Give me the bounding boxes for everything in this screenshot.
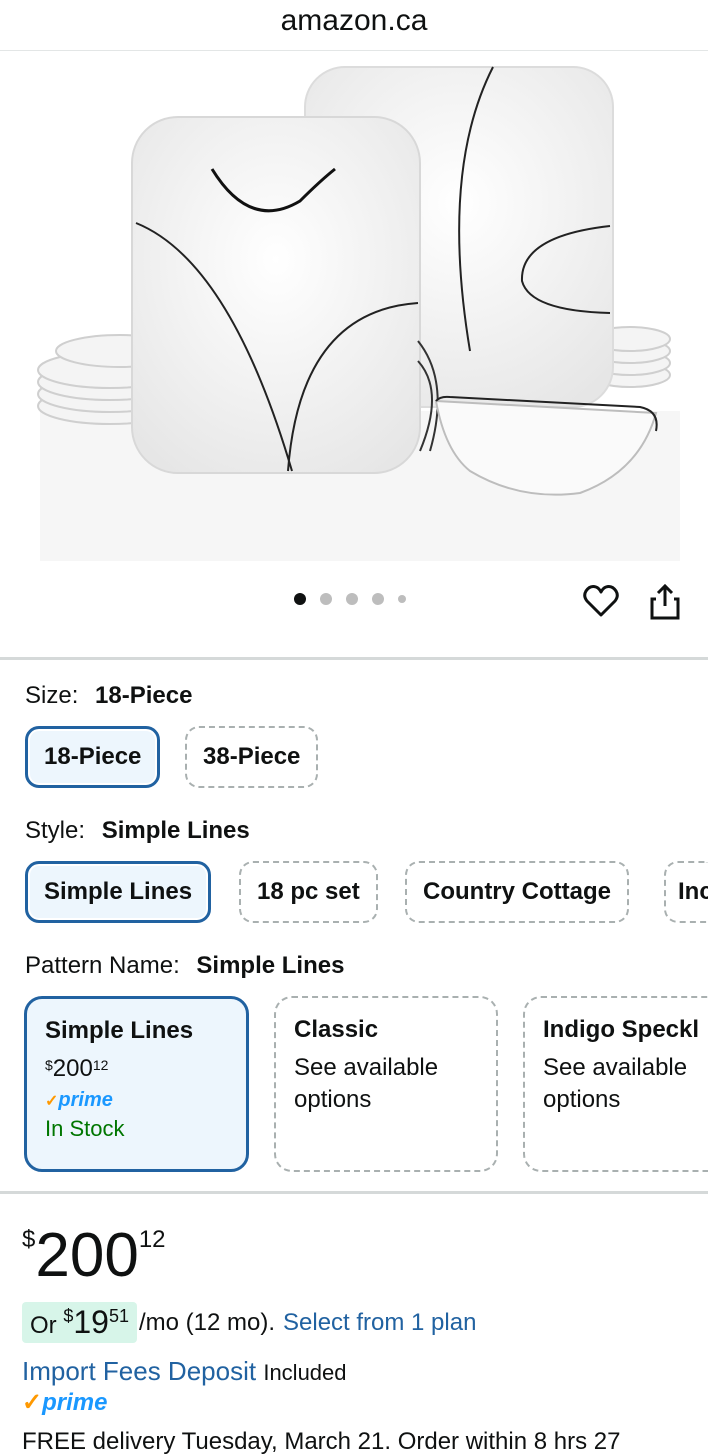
heart-icon[interactable]: [582, 582, 620, 620]
pattern-card-classic[interactable]: Classic See available options: [274, 996, 498, 1172]
size-label-row: Size: 18-Piece: [25, 682, 192, 710]
product-image[interactable]: [0, 51, 708, 581]
installment-amount: Or $1951: [22, 1302, 137, 1343]
pattern-card-simple-lines[interactable]: Simple Lines $20012 ✓prime In Stock: [24, 996, 249, 1172]
pattern-card-price: $20012: [45, 1055, 109, 1082]
pattern-card-subtitle: See available options: [543, 1054, 688, 1113]
product-price: $20012: [22, 1221, 166, 1290]
address-bar[interactable]: amazon.ca: [0, 0, 708, 51]
prime-logo: ✓prime: [22, 1389, 108, 1416]
share-icon[interactable]: [648, 582, 682, 622]
dinnerware-illustration: [37, 66, 680, 561]
pagination-dot-3[interactable]: [346, 593, 358, 605]
pattern-card-indigo-speckle[interactable]: Indigo Speckl See available options: [523, 996, 708, 1172]
pattern-selected-value: Simple Lines: [196, 952, 345, 979]
style-option-inc[interactable]: Inc: [664, 861, 708, 923]
divider: [0, 1191, 708, 1194]
size-selected-value: 18-Piece: [95, 682, 193, 709]
pattern-card-subtitle: See available options: [294, 1054, 439, 1113]
domain-label: amazon.ca: [280, 4, 428, 37]
style-option-country-cottage[interactable]: Country Cottage: [405, 861, 629, 923]
divider: [0, 657, 708, 660]
pattern-card-title: Classic: [294, 1016, 379, 1043]
prime-badge: ✓prime: [45, 1089, 113, 1111]
pattern-card-title: Simple Lines: [45, 1017, 194, 1044]
pagination-dot-4[interactable]: [372, 593, 384, 605]
size-option-38-piece[interactable]: 38-Piece: [185, 726, 319, 788]
style-label-row: Style: Simple Lines: [25, 817, 250, 845]
size-option-18-piece[interactable]: 18-Piece: [25, 726, 161, 788]
import-fees-link[interactable]: Import Fees Deposit: [22, 1356, 256, 1386]
pattern-label: Pattern Name:: [25, 952, 180, 979]
import-fees: Import Fees Deposit Included: [22, 1356, 347, 1387]
installment-offer: Or $1951 /mo (12 mo). Select from 1 plan: [22, 1302, 476, 1343]
style-option-simple-lines[interactable]: Simple Lines: [25, 861, 212, 923]
pagination-dot-2[interactable]: [320, 593, 332, 605]
pattern-card-title: Indigo Speckl: [543, 1016, 700, 1043]
stock-status: In Stock: [45, 1116, 125, 1141]
style-label: Style:: [25, 817, 86, 844]
pagination-dot-5[interactable]: [398, 595, 406, 603]
pattern-label-row: Pattern Name: Simple Lines: [25, 952, 344, 980]
image-pagination[interactable]: [294, 593, 406, 605]
style-option-18-pc-set[interactable]: 18 pc set: [239, 861, 378, 923]
size-label: Size:: [25, 682, 79, 709]
import-fees-note: Included: [263, 1360, 347, 1385]
pagination-dot-1[interactable]: [294, 593, 306, 605]
installment-term: /mo (12 mo).: [138, 1308, 275, 1336]
delivery-message: FREE delivery Tuesday, March 21. Order w…: [22, 1428, 621, 1455]
select-plan-link[interactable]: Select from 1 plan: [283, 1309, 476, 1337]
style-selected-value: Simple Lines: [101, 817, 250, 844]
